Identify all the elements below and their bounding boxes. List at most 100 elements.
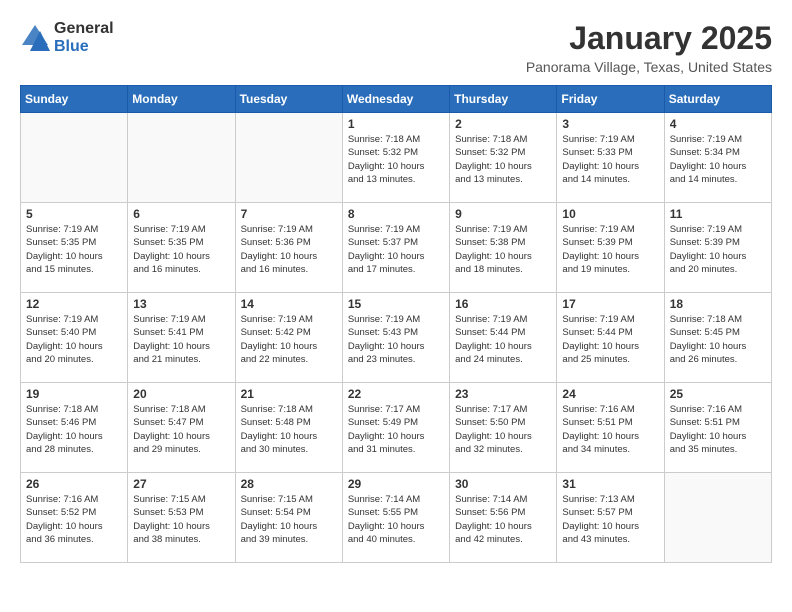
week-row-4: 19 Sunrise: 7:18 AM Sunset: 5:46 PM Dayli…: [21, 383, 772, 473]
weekday-header-friday: Friday: [557, 86, 664, 113]
day-info: Sunrise: 7:19 AM Sunset: 5:35 PM Dayligh…: [133, 223, 229, 276]
day-info: Sunrise: 7:19 AM Sunset: 5:34 PM Dayligh…: [670, 133, 766, 186]
day-info: Sunrise: 7:19 AM Sunset: 5:36 PM Dayligh…: [241, 223, 337, 276]
day-number: 3: [562, 117, 658, 131]
day-info: Sunrise: 7:15 AM Sunset: 5:54 PM Dayligh…: [241, 493, 337, 546]
calendar-cell: 20 Sunrise: 7:18 AM Sunset: 5:47 PM Dayli…: [128, 383, 235, 473]
calendar-cell: 18 Sunrise: 7:18 AM Sunset: 5:45 PM Dayli…: [664, 293, 771, 383]
weekday-header-monday: Monday: [128, 86, 235, 113]
weekday-header-saturday: Saturday: [664, 86, 771, 113]
week-row-2: 5 Sunrise: 7:19 AM Sunset: 5:35 PM Daylig…: [21, 203, 772, 293]
title-area: January 2025 Panorama Village, Texas, Un…: [526, 20, 772, 75]
day-number: 15: [348, 297, 444, 311]
calendar-cell: 15 Sunrise: 7:19 AM Sunset: 5:43 PM Dayli…: [342, 293, 449, 383]
logo-icon: [20, 23, 50, 53]
day-number: 30: [455, 477, 551, 491]
day-info: Sunrise: 7:19 AM Sunset: 5:39 PM Dayligh…: [562, 223, 658, 276]
calendar-cell: 13 Sunrise: 7:19 AM Sunset: 5:41 PM Dayli…: [128, 293, 235, 383]
week-row-3: 12 Sunrise: 7:19 AM Sunset: 5:40 PM Dayli…: [21, 293, 772, 383]
day-info: Sunrise: 7:14 AM Sunset: 5:56 PM Dayligh…: [455, 493, 551, 546]
weekday-header-sunday: Sunday: [21, 86, 128, 113]
day-number: 20: [133, 387, 229, 401]
calendar-cell: 22 Sunrise: 7:17 AM Sunset: 5:49 PM Dayli…: [342, 383, 449, 473]
logo-general-text: General: [54, 20, 114, 38]
day-info: Sunrise: 7:14 AM Sunset: 5:55 PM Dayligh…: [348, 493, 444, 546]
day-number: 27: [133, 477, 229, 491]
calendar-cell: 14Sunrise: 7:19 AM Sunset: 5:42 PM Dayli…: [235, 293, 342, 383]
calendar-cell: 30 Sunrise: 7:14 AM Sunset: 5:56 PM Dayli…: [450, 473, 557, 563]
day-number: 28: [241, 477, 337, 491]
calendar-cell: [664, 473, 771, 563]
calendar-cell: 3 Sunrise: 7:19 AM Sunset: 5:33 PM Daylig…: [557, 113, 664, 203]
calendar-cell: 25 Sunrise: 7:16 AM Sunset: 5:51 PM Dayli…: [664, 383, 771, 473]
day-info: Sunrise: 7:18 AM Sunset: 5:32 PM Dayligh…: [455, 133, 551, 186]
day-info: Sunrise: 7:19 AM Sunset: 5:37 PM Dayligh…: [348, 223, 444, 276]
day-number: 10: [562, 207, 658, 221]
calendar-cell: [21, 113, 128, 203]
day-number: 29: [348, 477, 444, 491]
day-info: Sunrise: 7:18 AM Sunset: 5:45 PM Dayligh…: [670, 313, 766, 366]
day-number: 5: [26, 207, 122, 221]
day-number: 25: [670, 387, 766, 401]
calendar-cell: 6Sunrise: 7:19 AM Sunset: 5:35 PM Daylig…: [128, 203, 235, 293]
day-info: Sunrise: 7:18 AM Sunset: 5:47 PM Dayligh…: [133, 403, 229, 456]
calendar-cell: [235, 113, 342, 203]
calendar-cell: 11Sunrise: 7:19 AM Sunset: 5:39 PM Dayli…: [664, 203, 771, 293]
day-info: Sunrise: 7:19 AM Sunset: 5:39 PM Dayligh…: [670, 223, 766, 276]
day-info: Sunrise: 7:19 AM Sunset: 5:33 PM Dayligh…: [562, 133, 658, 186]
day-number: 17: [562, 297, 658, 311]
calendar-cell: 24 Sunrise: 7:16 AM Sunset: 5:51 PM Dayli…: [557, 383, 664, 473]
day-info: Sunrise: 7:19 AM Sunset: 5:41 PM Dayligh…: [133, 313, 229, 366]
day-number: 31: [562, 477, 658, 491]
day-number: 1: [348, 117, 444, 131]
day-number: 2: [455, 117, 551, 131]
calendar-cell: 1Sunrise: 7:18 AM Sunset: 5:32 PM Daylig…: [342, 113, 449, 203]
month-title: January 2025: [526, 20, 772, 57]
calendar-cell: 16Sunrise: 7:19 AM Sunset: 5:44 PM Dayli…: [450, 293, 557, 383]
day-number: 22: [348, 387, 444, 401]
calendar-cell: 2 Sunrise: 7:18 AM Sunset: 5:32 PM Daylig…: [450, 113, 557, 203]
calendar-cell: 10 Sunrise: 7:19 AM Sunset: 5:39 PM Dayli…: [557, 203, 664, 293]
page-header: General Blue January 2025 Panorama Villa…: [20, 20, 772, 75]
day-number: 18: [670, 297, 766, 311]
day-info: Sunrise: 7:18 AM Sunset: 5:48 PM Dayligh…: [241, 403, 337, 456]
calendar-cell: 9 Sunrise: 7:19 AM Sunset: 5:38 PM Daylig…: [450, 203, 557, 293]
day-info: Sunrise: 7:18 AM Sunset: 5:46 PM Dayligh…: [26, 403, 122, 456]
day-number: 21: [241, 387, 337, 401]
week-row-5: 26 Sunrise: 7:16 AM Sunset: 5:52 PM Dayli…: [21, 473, 772, 563]
location-title: Panorama Village, Texas, United States: [526, 59, 772, 75]
logo: General Blue: [20, 20, 114, 55]
day-info: Sunrise: 7:19 AM Sunset: 5:44 PM Dayligh…: [562, 313, 658, 366]
day-number: 23: [455, 387, 551, 401]
calendar-cell: 31Sunrise: 7:13 AM Sunset: 5:57 PM Dayli…: [557, 473, 664, 563]
day-number: 13: [133, 297, 229, 311]
day-number: 9: [455, 207, 551, 221]
day-info: Sunrise: 7:16 AM Sunset: 5:52 PM Dayligh…: [26, 493, 122, 546]
calendar-cell: 12 Sunrise: 7:19 AM Sunset: 5:40 PM Dayli…: [21, 293, 128, 383]
day-number: 4: [670, 117, 766, 131]
day-info: Sunrise: 7:19 AM Sunset: 5:35 PM Dayligh…: [26, 223, 122, 276]
calendar-cell: 5 Sunrise: 7:19 AM Sunset: 5:35 PM Daylig…: [21, 203, 128, 293]
day-info: Sunrise: 7:19 AM Sunset: 5:43 PM Dayligh…: [348, 313, 444, 366]
calendar-cell: 26 Sunrise: 7:16 AM Sunset: 5:52 PM Dayli…: [21, 473, 128, 563]
weekday-header-wednesday: Wednesday: [342, 86, 449, 113]
calendar-cell: 8Sunrise: 7:19 AM Sunset: 5:37 PM Daylig…: [342, 203, 449, 293]
day-info: Sunrise: 7:19 AM Sunset: 5:38 PM Dayligh…: [455, 223, 551, 276]
weekday-header-thursday: Thursday: [450, 86, 557, 113]
calendar-cell: 19 Sunrise: 7:18 AM Sunset: 5:46 PM Dayli…: [21, 383, 128, 473]
calendar-table: SundayMondayTuesdayWednesdayThursdayFrid…: [20, 85, 772, 563]
calendar-cell: 21 Sunrise: 7:18 AM Sunset: 5:48 PM Dayli…: [235, 383, 342, 473]
calendar-cell: 7Sunrise: 7:19 AM Sunset: 5:36 PM Daylig…: [235, 203, 342, 293]
day-info: Sunrise: 7:16 AM Sunset: 5:51 PM Dayligh…: [670, 403, 766, 456]
calendar-cell: 28 Sunrise: 7:15 AM Sunset: 5:54 PM Dayli…: [235, 473, 342, 563]
day-info: Sunrise: 7:19 AM Sunset: 5:40 PM Dayligh…: [26, 313, 122, 366]
day-info: Sunrise: 7:17 AM Sunset: 5:50 PM Dayligh…: [455, 403, 551, 456]
day-info: Sunrise: 7:17 AM Sunset: 5:49 PM Dayligh…: [348, 403, 444, 456]
day-number: 12: [26, 297, 122, 311]
day-info: Sunrise: 7:16 AM Sunset: 5:51 PM Dayligh…: [562, 403, 658, 456]
day-number: 26: [26, 477, 122, 491]
calendar-cell: 29 Sunrise: 7:14 AM Sunset: 5:55 PM Dayli…: [342, 473, 449, 563]
day-number: 24: [562, 387, 658, 401]
calendar-cell: [128, 113, 235, 203]
day-number: 19: [26, 387, 122, 401]
